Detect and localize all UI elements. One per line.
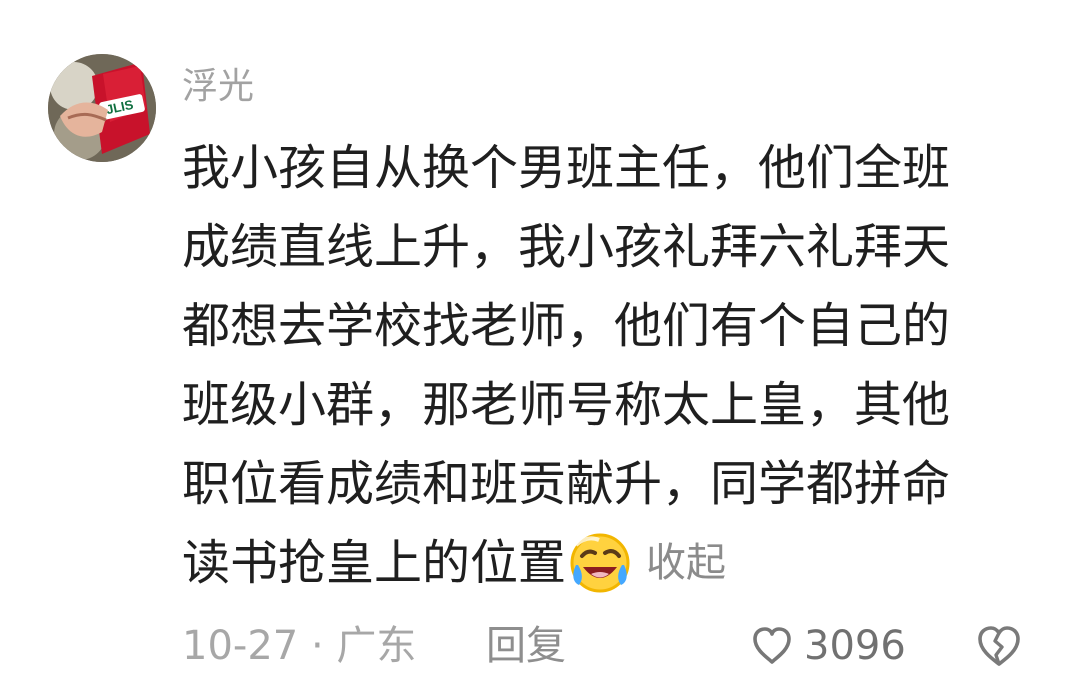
comment-card: JLIS 浮光 我小孩自从换个男班主任，他们全班 成绩直线上升，我小孩礼拜六礼拜… [0,0,1080,689]
avatar[interactable]: JLIS [48,54,156,162]
comment-line: 职位看成绩和班贡献升，同学都拼命 [182,456,951,512]
comment-line: 都想去学校找老师，他们有个自己的 [182,298,951,354]
like-count: 3096 [804,623,906,669]
comment-footer: 10-27 · 广东 回复 3096 [182,618,1032,674]
reply-button[interactable]: 回复 [486,618,566,674]
collapse-button[interactable]: 收起 [646,531,726,595]
comment-line: 读书抢皇上的位置 [182,535,567,591]
like-button[interactable]: 3096 [748,618,906,674]
comment-text: 我小孩自从换个男班主任，他们全班 成绩直线上升，我小孩礼拜六礼拜天 都想去学校找… [182,136,1042,595]
comment-line: 班级小群，那老师号称太上皇，其他 [182,377,951,433]
timestamp-location: 10-27 · 广东 [182,623,417,669]
comment-line: 成绩直线上升，我小孩礼拜六礼拜天 [182,219,951,275]
dislike-button[interactable] [974,621,1024,671]
comment-line: 我小孩自从换个男班主任，他们全班 [182,140,951,196]
broken-heart-icon [974,621,1024,671]
avatar-image: JLIS [48,54,156,162]
heart-outline-icon [748,622,796,670]
comment-last-line: 读书抢皇上的位置 收起 [182,531,1042,595]
username[interactable]: 浮光 [182,62,254,112]
laughing-crying-emoji-icon [568,531,632,595]
